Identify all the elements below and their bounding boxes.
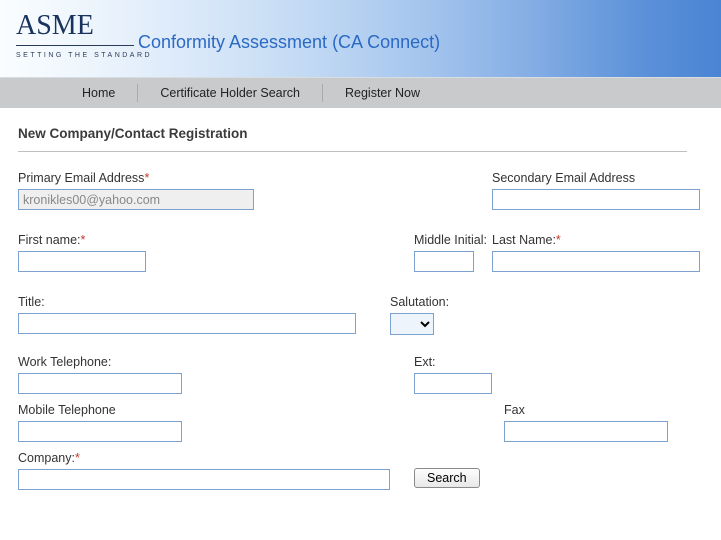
label-text: Company:	[18, 451, 75, 465]
logo: ASME SETTING THE STANDARD	[16, 10, 152, 59]
first-name-label: First name:*	[18, 233, 85, 247]
last-name-label: Last Name:*	[492, 233, 561, 247]
label-text: First name:	[18, 233, 81, 247]
title-label: Title:	[18, 295, 45, 309]
required-marker: *	[81, 233, 86, 247]
header-band: ASME SETTING THE STANDARD Conformity Ass…	[0, 0, 721, 78]
logo-underline	[16, 45, 134, 46]
secondary-email-input[interactable]	[492, 189, 700, 210]
title-input[interactable]	[18, 313, 356, 334]
nav-home[interactable]: Home	[60, 86, 137, 100]
content: New Company/Contact Registration Primary…	[0, 108, 705, 540]
logo-tagline: SETTING THE STANDARD	[16, 52, 152, 59]
ext-label: Ext:	[414, 355, 436, 369]
nav-certificate-holder-search[interactable]: Certificate Holder Search	[138, 86, 322, 100]
salutation-select[interactable]	[390, 313, 434, 335]
fax-label: Fax	[504, 403, 525, 417]
form-grid: Primary Email Address* Secondary Email A…	[18, 170, 687, 530]
form-title: New Company/Contact Registration	[18, 126, 687, 141]
ext-input[interactable]	[414, 373, 492, 394]
required-marker: *	[75, 451, 80, 465]
logo-word: ASME	[16, 10, 152, 42]
label-text: Primary Email Address	[18, 171, 144, 185]
nav-bar: Home Certificate Holder Search Register …	[0, 78, 721, 108]
work-telephone-label: Work Telephone:	[18, 355, 111, 369]
work-telephone-input[interactable]	[18, 373, 182, 394]
last-name-input[interactable]	[492, 251, 700, 272]
salutation-label: Salutation:	[390, 295, 449, 309]
middle-initial-label: Middle Initial:	[414, 233, 487, 247]
fax-input[interactable]	[504, 421, 668, 442]
company-label: Company:*	[18, 451, 80, 465]
app-title: Conformity Assessment (CA Connect)	[138, 32, 440, 53]
divider	[18, 151, 687, 152]
company-input[interactable]	[18, 469, 390, 490]
primary-email-label: Primary Email Address*	[18, 171, 149, 185]
nav-register-now[interactable]: Register Now	[323, 86, 442, 100]
primary-email-input[interactable]	[18, 189, 254, 210]
secondary-email-label: Secondary Email Address	[492, 171, 635, 185]
required-marker: *	[556, 233, 561, 247]
first-name-input[interactable]	[18, 251, 146, 272]
label-text: Last Name:	[492, 233, 556, 247]
mobile-telephone-input[interactable]	[18, 421, 182, 442]
middle-initial-input[interactable]	[414, 251, 474, 272]
required-marker: *	[144, 171, 149, 185]
search-button[interactable]: Search	[414, 468, 480, 488]
mobile-telephone-label: Mobile Telephone	[18, 403, 116, 417]
